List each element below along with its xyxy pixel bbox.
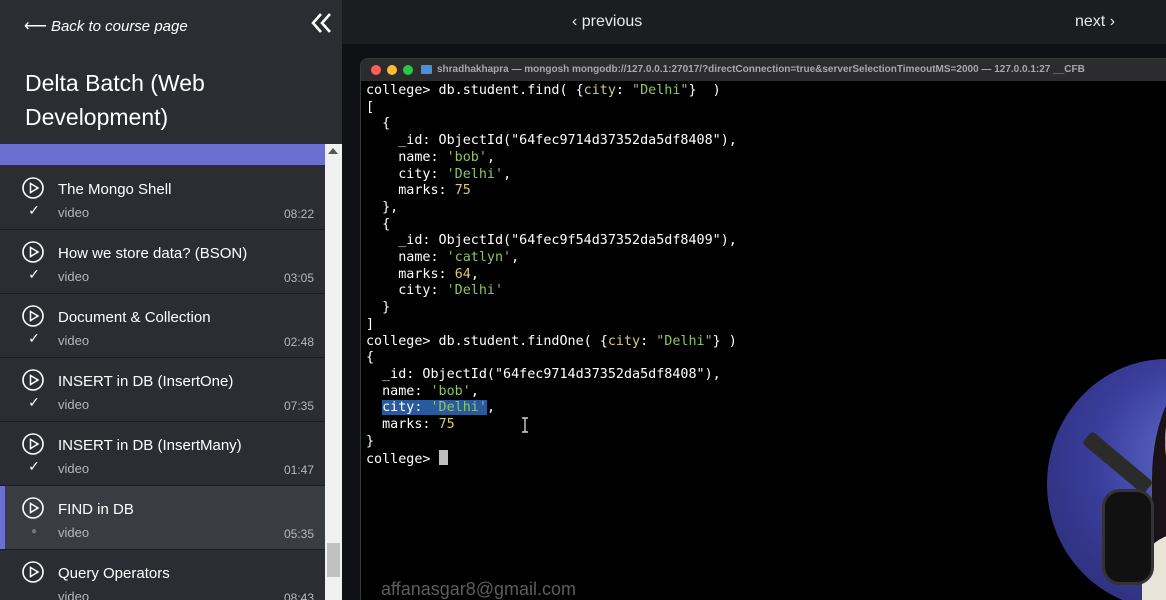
lesson-duration: 08:43 xyxy=(283,591,314,600)
text-cursor xyxy=(438,450,448,466)
lesson-type: video xyxy=(58,333,90,348)
lesson-item[interactable]: ✓ INSERT in DB (InsertMany) video 01:47 xyxy=(0,422,325,486)
lesson-type: video xyxy=(58,589,90,600)
checkmark-icon: ✓ xyxy=(28,394,40,410)
checkmark-icon: ✓ xyxy=(28,458,40,474)
terminal-line: _id: ObjectId("64fec9714d37352da5df8408"… xyxy=(366,133,737,149)
folder-icon xyxy=(421,65,432,74)
sidebar-scrollbar[interactable] xyxy=(325,144,342,600)
terminal-line: city: 'Delhi', xyxy=(382,400,495,416)
terminal-line: name: 'bob', xyxy=(366,149,495,165)
terminal-prompt: college> xyxy=(366,450,448,467)
terminal-line: _id: ObjectId("64fec9f54d37352da5df8409"… xyxy=(366,233,737,249)
play-circle-icon xyxy=(22,497,44,519)
next-label: next xyxy=(1075,13,1106,30)
terminal-line: { xyxy=(366,350,375,366)
back-to-course-link[interactable]: ⟵ Back to course page xyxy=(24,16,188,36)
terminal-output: college> db.student.find( {city: "Delhi"… xyxy=(366,83,737,469)
terminal-line: city: 'Delhi', xyxy=(366,166,512,182)
terminal-line: } xyxy=(366,433,375,449)
play-circle-icon xyxy=(22,241,44,263)
lesson-item[interactable]: Query Operators video 08:43 xyxy=(0,550,325,600)
lesson-type: video xyxy=(58,525,90,540)
close-window-icon xyxy=(371,65,381,75)
scrollbar-thumb[interactable] xyxy=(327,543,340,577)
lesson-item[interactable]: ✓ INSERT in DB (InsertOne) video 07:35 xyxy=(0,358,325,422)
lesson-list: ✓ The Mongo Shell video 08:22 ✓ How we s… xyxy=(0,166,325,600)
lesson-duration: 05:35 xyxy=(283,527,314,541)
terminal-titlebar: shradhakhapra — mongosh mongodb://127.0.… xyxy=(361,59,1166,81)
terminal-line: marks: 75 xyxy=(366,417,455,433)
terminal-line: } xyxy=(366,300,391,316)
course-sidebar: ⟵ Back to course page Delta Batch (Web D… xyxy=(0,0,342,600)
lesson-item-active[interactable]: ● FIND in DB video 05:35 xyxy=(0,486,325,550)
lesson-type: video xyxy=(58,205,90,220)
terminal-line: name: 'bob', xyxy=(366,383,479,399)
lesson-item[interactable]: ✓ The Mongo Shell video 08:22 xyxy=(0,166,325,230)
play-circle-icon xyxy=(22,305,44,327)
watermark-email: affanasgar8@gmail.com xyxy=(381,579,577,599)
play-circle-icon xyxy=(22,177,44,199)
terminal-line: [ xyxy=(366,99,375,115)
checkmark-icon: ✓ xyxy=(28,202,40,218)
terminal-line: }, xyxy=(366,199,399,215)
in-progress-dot-icon: ● xyxy=(30,526,38,537)
lesson-title: The Mongo Shell xyxy=(58,181,172,198)
terminal-line: city: 'Delhi' xyxy=(366,283,504,299)
terminal-line: marks: 75 xyxy=(366,183,471,199)
mic-arm xyxy=(1081,430,1154,495)
scroll-up-arrow-icon[interactable] xyxy=(328,148,338,154)
lesson-title: INSERT in DB (InsertMany) xyxy=(58,437,242,454)
maximize-window-icon xyxy=(403,65,413,75)
course-progress-bar xyxy=(0,144,325,165)
previous-label: previous xyxy=(581,13,643,30)
course-title: Delta Batch (Web Development) xyxy=(25,70,205,130)
checkmark-icon: ✓ xyxy=(28,266,40,282)
video-player[interactable]: shradhakhapra — mongosh mongodb://127.0.… xyxy=(342,44,1166,600)
lesson-type: video xyxy=(58,269,90,284)
previous-button[interactable]: ‹ previous xyxy=(572,13,642,31)
lesson-title: Document & Collection xyxy=(58,309,211,326)
play-circle-icon xyxy=(22,561,44,583)
terminal-line: _id: ObjectId("64fec9714d37352da5df8408"… xyxy=(366,366,721,382)
lesson-duration: 07:35 xyxy=(283,399,314,413)
terminal-title: shradhakhapra — mongosh mongodb://127.0.… xyxy=(437,64,1085,75)
terminal-line: { xyxy=(366,116,391,132)
play-circle-icon xyxy=(22,369,44,391)
minimize-window-icon xyxy=(387,65,397,75)
back-link-label: Back to course page xyxy=(50,17,188,35)
lesson-duration: 01:47 xyxy=(283,463,314,477)
lesson-title: INSERT in DB (InsertOne) xyxy=(58,373,234,390)
terminal-line: college> db.student.findOne( {city: "Del… xyxy=(366,333,737,349)
play-circle-icon xyxy=(22,433,44,455)
terminal-window: shradhakhapra — mongosh mongodb://127.0.… xyxy=(360,58,1166,600)
terminal-line: { xyxy=(366,216,391,232)
terminal-line: name: 'catlyn', xyxy=(366,250,520,266)
lesson-duration: 02:48 xyxy=(283,335,314,349)
microphone xyxy=(1102,489,1154,585)
chevron-left-icon: ‹ xyxy=(572,13,582,30)
lesson-title: FIND in DB xyxy=(58,501,134,518)
lesson-duration: 08:22 xyxy=(283,207,314,221)
lesson-item[interactable]: ✓ How we store data? (BSON) video 03:05 xyxy=(0,230,325,294)
i-beam-cursor-icon xyxy=(522,417,528,433)
next-button[interactable]: next › xyxy=(1075,13,1115,31)
checkmark-icon: ✓ xyxy=(28,330,40,346)
lesson-title: How we store data? (BSON) xyxy=(58,245,248,262)
chevron-right-icon: › xyxy=(1105,13,1116,30)
lesson-type: video xyxy=(58,397,90,412)
terminal-line: marks: 64, xyxy=(366,266,479,282)
lesson-duration: 03:05 xyxy=(283,271,314,285)
lesson-type: video xyxy=(58,461,90,476)
lesson-item[interactable]: ✓ Document & Collection video 02:48 xyxy=(0,294,325,358)
lesson-title: Query Operators xyxy=(58,565,170,582)
arrow-left-icon: ⟵ xyxy=(24,18,47,35)
lecture-nav-bar: ‹ previous next › xyxy=(342,0,1166,44)
terminal-line: ] xyxy=(366,316,375,332)
collapse-sidebar-icon[interactable] xyxy=(308,10,336,36)
terminal-line: college> db.student.find( {city: "Delhi"… xyxy=(366,83,721,98)
